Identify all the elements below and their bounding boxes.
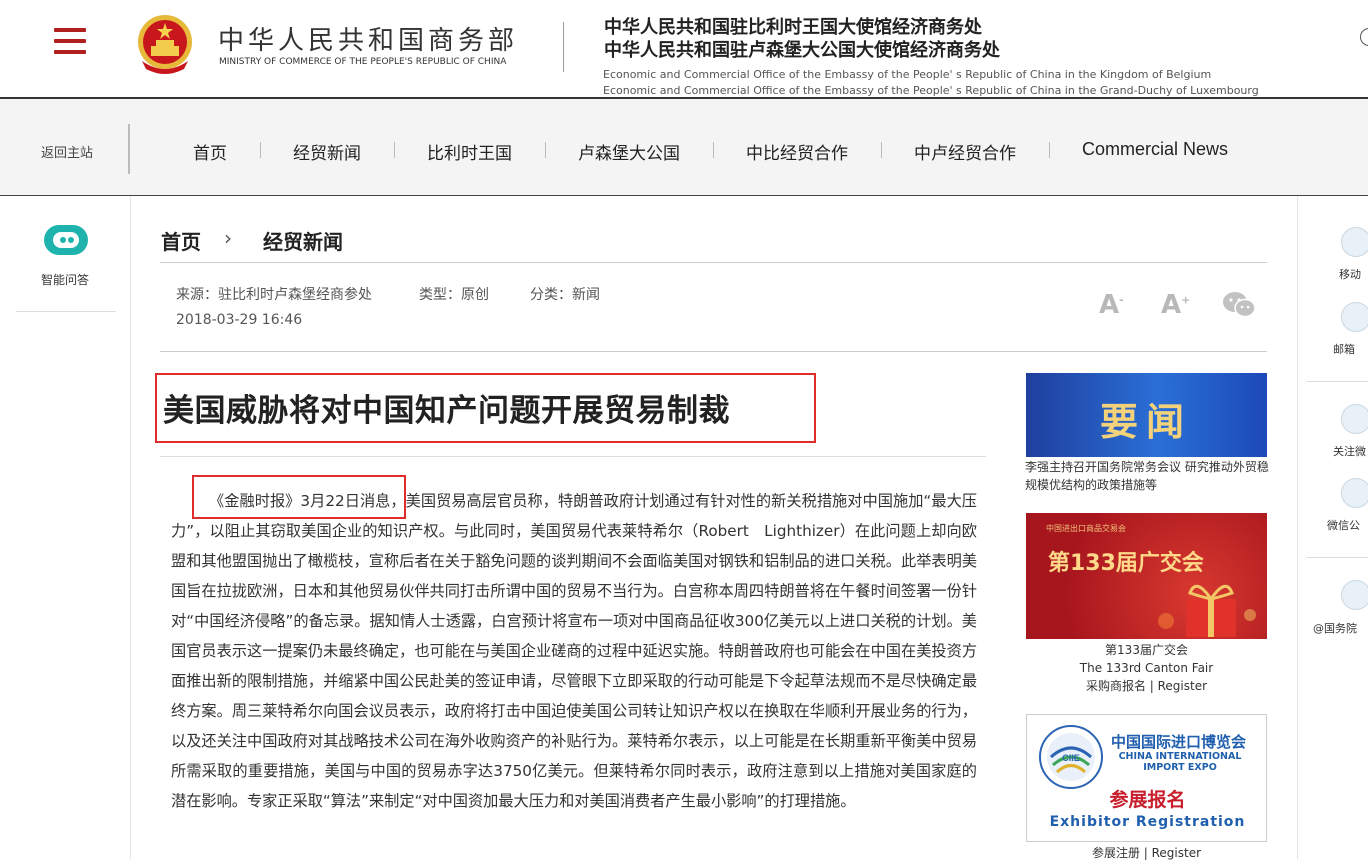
right-sidebar-mail-label[interactable]: 邮箱 — [1333, 341, 1355, 357]
office-name-en-luxembourg: Economic and Commercial Office of the Em… — [603, 84, 1259, 97]
nav-item-china-belgium[interactable]: 中比经贸合作 — [746, 139, 848, 164]
font-decrease-sign: - — [1119, 293, 1124, 307]
breadcrumb-divider — [160, 262, 1267, 263]
ciie-register-en: Exhibitor Registration — [1049, 814, 1246, 830]
at-icon[interactable] — [1341, 580, 1368, 610]
ciie-register-cn: 参展报名 — [1109, 789, 1186, 811]
nav-item-belgium[interactable]: 比利时王国 — [427, 139, 512, 164]
ministry-name-en: MINISTRY OF COMMERCE OF THE PEOPLE'S REP… — [219, 57, 507, 67]
article-type: 类型：原创 — [419, 287, 489, 303]
canton-fair-small-text: 中国进出口商品交易会 — [1046, 524, 1126, 533]
font-increase-button[interactable]: A+ — [1161, 290, 1190, 320]
article-title: 美国威胁将对中国知产问题开展贸易制裁 — [163, 393, 730, 429]
menu-icon[interactable] — [54, 28, 86, 54]
weibo-icon[interactable] — [1341, 404, 1368, 434]
article-body: 《金融时报》3月22日消息，美国贸易高层官员称，特朗普政府计划通过有针对性的新关… — [171, 486, 977, 816]
nav-separator — [1049, 142, 1050, 158]
ciie-logo-text: CIIE — [1062, 753, 1080, 763]
meta-divider — [160, 351, 1267, 352]
gift-box-icon — [1158, 584, 1256, 637]
robot-icon[interactable] — [44, 225, 88, 255]
breadcrumb-home[interactable]: 首页 — [161, 226, 201, 255]
article-paragraph: 《金融时报》3月22日消息，美国贸易高层官员称，特朗普政府计划通过有针对性的新关… — [171, 486, 977, 816]
nav-item-home[interactable]: 首页 — [193, 139, 227, 164]
canton-fair-card[interactable]: 中国进出口商品交易会 第133届广交会 — [1026, 513, 1267, 639]
nav-item-luxembourg[interactable]: 卢森堡大公国 — [578, 139, 680, 164]
right-sidebar-divider — [1307, 557, 1368, 558]
nav-separator — [545, 142, 546, 158]
right-sidebar-border — [1297, 196, 1298, 859]
canton-fair-caption-cn: 第133届广交会 — [1105, 643, 1188, 657]
canton-fair-caption-en: The 133rd Canton Fair — [1079, 661, 1214, 675]
canton-fair-caption[interactable]: 第133届广交会 The 133rd Canton Fair 采购商报名 | R… — [1026, 641, 1267, 695]
news-banner-caption[interactable]: 李强主持召开国务院常务会议 研究推动外贸稳规模优结构的政策措施等 — [1025, 458, 1275, 494]
article-source: 来源：驻比利时卢森堡经商参处 — [176, 287, 372, 303]
font-increase-label: A — [1161, 290, 1182, 320]
right-sidebar-state-council-label[interactable]: @国务院 — [1313, 620, 1357, 636]
nav-item-china-luxembourg[interactable]: 中卢经贸合作 — [914, 139, 1016, 164]
mobile-icon[interactable] — [1341, 227, 1368, 257]
back-to-main-link[interactable]: 返回主站 — [41, 142, 93, 161]
breadcrumb-current[interactable]: 经贸新闻 — [263, 226, 343, 255]
font-decrease-label: A — [1099, 290, 1120, 320]
news-banner-text: 要闻 — [1100, 399, 1193, 444]
left-sidebar-border — [130, 196, 131, 859]
nav-separator — [713, 142, 714, 158]
nav-separator — [394, 142, 395, 158]
ciie-logo-icon: CIIE — [1039, 725, 1103, 789]
font-decrease-button[interactable]: A- — [1099, 290, 1124, 320]
article-category: 分类：新闻 — [530, 287, 600, 303]
article-source-line: 《金融时报》3月22日消息， — [209, 492, 406, 510]
office-name-cn-luxembourg: 中华人民共和国驻卢森堡大公国大使馆经济商务处 — [604, 40, 1000, 61]
mail-icon[interactable] — [1341, 302, 1368, 332]
article-body-text: 美国贸易高层官员称，特朗普政府计划通过有针对性的新关税措施对中国施加“最大压力”… — [171, 492, 977, 810]
canton-fair-register-link[interactable]: 采购商报名 | Register — [1026, 677, 1267, 695]
smart-qa-label[interactable]: 智能问答 — [41, 271, 89, 288]
font-increase-sign: + — [1181, 293, 1191, 307]
right-sidebar-weibo-label[interactable]: 关注微 — [1333, 443, 1366, 459]
nav-item-trade-news[interactable]: 经贸新闻 — [293, 139, 361, 164]
right-sidebar-divider — [1307, 381, 1368, 382]
article-date: 2018-03-29 16:46 — [176, 312, 303, 328]
national-emblem-icon — [138, 15, 192, 74]
nav-separator — [260, 142, 261, 158]
ministry-name-cn: 中华人民共和国商务部 — [218, 26, 519, 56]
breadcrumb-arrow-icon: › — [224, 226, 232, 250]
right-sidebar-wechat-label[interactable]: 微信公 — [1327, 517, 1360, 533]
ciie-name-cn: 中国国际进口博览会 — [1111, 733, 1247, 751]
nav-divider — [128, 124, 130, 174]
right-sidebar-mobile-label[interactable]: 移动 — [1339, 266, 1361, 282]
title-divider — [160, 456, 986, 457]
office-name-en-belgium: Economic and Commercial Office of the Em… — [603, 68, 1212, 81]
ciie-name-en: CHINA INTERNATIONAL IMPORT EXPO — [1118, 751, 1242, 773]
wechat-share-icon[interactable] — [1222, 291, 1256, 319]
ciie-register-link[interactable]: 参展注册 | Register — [1026, 844, 1267, 861]
nav-item-commercial-news[interactable]: Commercial News — [1082, 139, 1228, 160]
nav-separator — [881, 142, 882, 158]
left-sidebar-divider — [16, 311, 116, 312]
wechat-icon[interactable] — [1341, 478, 1368, 508]
news-banner-card[interactable]: 要闻 — [1026, 373, 1267, 457]
ciie-card[interactable]: CIIE 中国国际进口博览会 CHINA INTERNATIONAL IMPOR… — [1026, 714, 1267, 842]
header-divider — [563, 22, 564, 72]
